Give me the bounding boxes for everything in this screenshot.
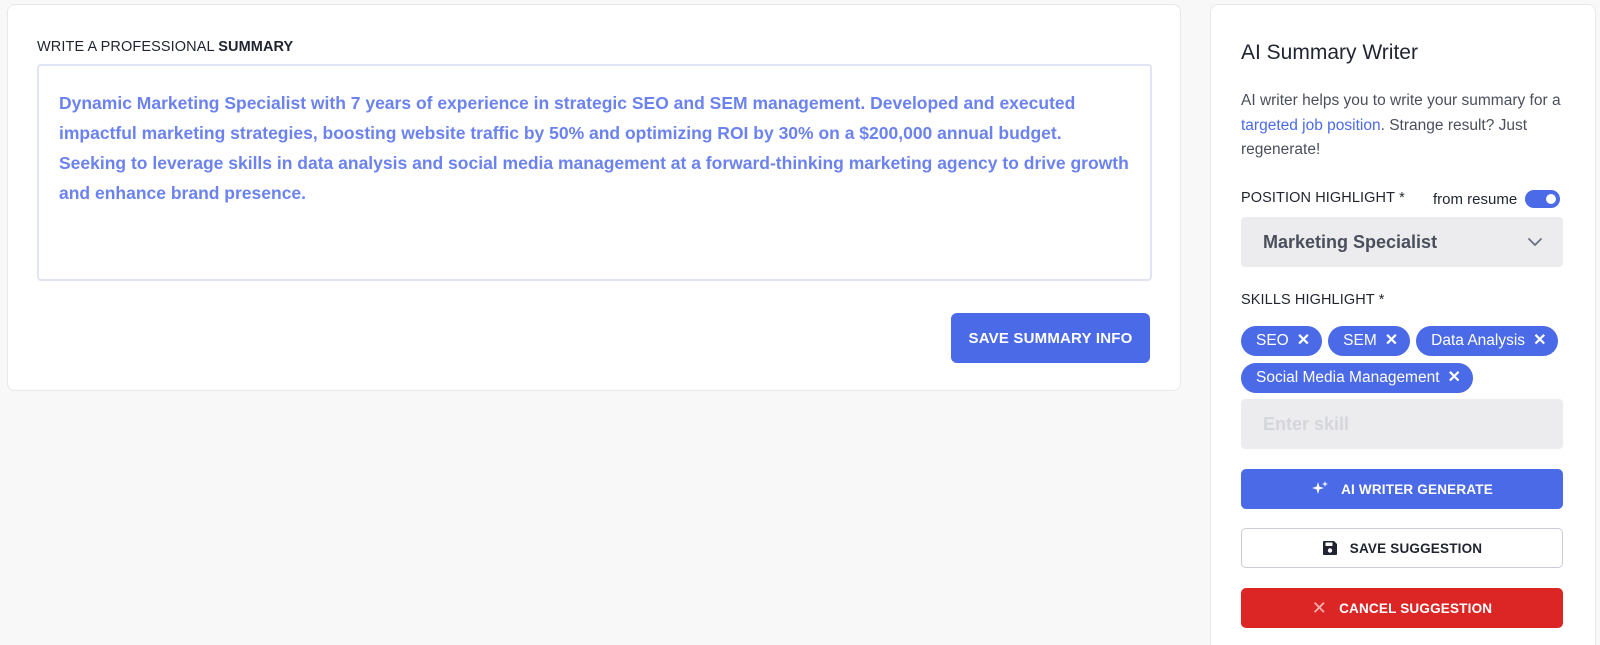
generate-label: AI WRITER GENERATE — [1341, 481, 1493, 497]
save-suggestion-label: SAVE SUGGESTION — [1349, 540, 1483, 556]
toggle-label: from resume — [1433, 190, 1518, 208]
required-mark: * — [1378, 292, 1385, 308]
skills-highlight-label: SKILLS HIGHLIGHT * — [1241, 292, 1385, 308]
floppy-disk-icon — [1322, 541, 1337, 555]
skill-chip: Social Media Management ✕ — [1241, 363, 1473, 393]
panel-title: AI Summary Writer — [1241, 41, 1418, 64]
save-suggestion-button[interactable]: SAVE SUGGESTION — [1241, 528, 1563, 568]
ai-writer-generate-button[interactable]: AI WRITER GENERATE — [1241, 469, 1563, 509]
from-resume-toggle-group: from resume — [1433, 190, 1561, 208]
skill-chip: Data Analysis ✕ — [1416, 326, 1559, 356]
skill-chip-label: Data Analysis — [1431, 332, 1526, 349]
desc-text: AI writer helps you to write your summar… — [1241, 92, 1561, 109]
required-mark: * — [1399, 190, 1405, 206]
skill-input[interactable] — [1241, 399, 1563, 449]
position-label-text: POSITION HIGHLIGHT — [1241, 190, 1396, 206]
skill-chip-label: Social Media Management — [1256, 369, 1440, 386]
position-highlight-label: POSITION HIGHLIGHT * — [1241, 190, 1405, 206]
position-value: Marketing Specialist — [1263, 231, 1438, 252]
label-prefix: WRITE A PROFESSIONAL — [37, 39, 219, 55]
sparkle-icon — [1312, 481, 1329, 494]
label-bold: SUMMARY — [218, 39, 294, 55]
close-icon: ✕ — [1311, 597, 1328, 618]
close-icon[interactable]: ✕ — [1533, 333, 1546, 349]
targeted-job-link[interactable]: targeted job position — [1241, 117, 1381, 134]
skills-label-text: SKILLS HIGHLIGHT — [1241, 292, 1375, 308]
close-icon[interactable]: ✕ — [1297, 333, 1310, 349]
close-icon[interactable]: ✕ — [1385, 333, 1398, 349]
chevron-down-icon — [1528, 238, 1542, 246]
skill-chip: SEM ✕ — [1328, 326, 1411, 356]
toggle-knob — [1546, 194, 1557, 204]
skill-chip-label: SEM — [1343, 332, 1377, 349]
save-summary-button[interactable]: SAVE SUMMARY INFO — [951, 313, 1150, 363]
position-select[interactable]: Marketing Specialist — [1241, 217, 1563, 267]
summary-section-label: WRITE A PROFESSIONAL SUMMARY — [37, 39, 293, 55]
summary-textarea[interactable]: Dynamic Marketing Specialist with 7 year… — [37, 64, 1152, 281]
summary-card: WRITE A PROFESSIONAL SUMMARY Dynamic Mar… — [7, 4, 1181, 391]
close-icon[interactable]: ✕ — [1448, 370, 1461, 386]
from-resume-toggle[interactable] — [1525, 190, 1561, 208]
skill-chips: SEO ✕ SEM ✕ Data Analysis ✕ Social Media Ma… — [1241, 326, 1571, 393]
skill-chip: SEO ✕ — [1241, 326, 1323, 356]
cancel-suggestion-label: CANCEL SUGGESTION — [1339, 600, 1493, 616]
ai-summary-panel: AI Summary Writer AI writer helps you to… — [1210, 4, 1596, 645]
skill-chip-label: SEO — [1256, 332, 1289, 349]
cancel-suggestion-button[interactable]: ✕ CANCEL SUGGESTION — [1241, 588, 1563, 628]
panel-description: AI writer helps you to write your summar… — [1241, 89, 1566, 163]
